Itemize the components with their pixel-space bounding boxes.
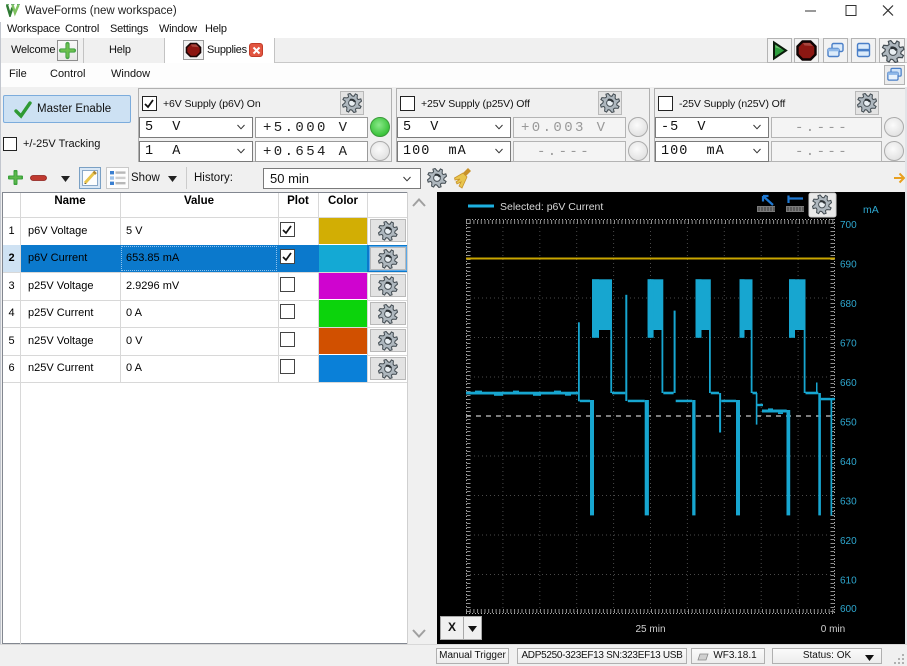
svg-text:Selected: p6V Current: Selected: p6V Current: [500, 201, 603, 213]
svg-text:600: 600: [840, 604, 857, 615]
svg-text:670: 670: [840, 339, 857, 350]
svg-text:690: 690: [840, 260, 857, 271]
svg-text:0 min: 0 min: [821, 624, 845, 635]
svg-text:640: 640: [840, 457, 857, 468]
svg-text:630: 630: [840, 497, 857, 508]
svg-text:700: 700: [840, 220, 857, 231]
svg-text:620: 620: [840, 536, 857, 547]
svg-text:mA: mA: [863, 204, 879, 216]
svg-text:680: 680: [840, 299, 857, 310]
svg-text:660: 660: [840, 378, 857, 389]
svg-text:25 min: 25 min: [635, 624, 665, 635]
svg-text:610: 610: [840, 576, 857, 587]
svg-text:650: 650: [840, 418, 857, 429]
